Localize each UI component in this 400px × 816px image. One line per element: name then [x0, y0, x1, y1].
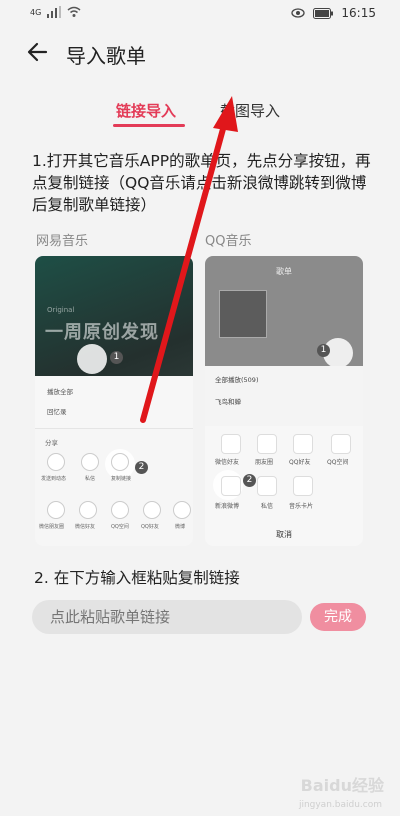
wechat-icon [79, 501, 97, 519]
share-item-qzone: QQ空间 [111, 524, 129, 530]
qq-qq-icon [293, 434, 313, 454]
share-highlight [77, 344, 107, 374]
weibo-icon [173, 501, 191, 519]
network-label: 4G [30, 7, 42, 17]
wifi-icon [67, 6, 81, 17]
feed-share-icon [47, 453, 65, 471]
share-item-wechat: 微信好友 [75, 524, 96, 530]
done-button[interactable]: 完成 [310, 603, 366, 631]
qq-weibo-icon [221, 476, 241, 496]
qq-moments-icon [257, 434, 277, 454]
page-title: 导入歌单 [66, 44, 146, 68]
tab-link-import[interactable]: 链接导入 [116, 100, 176, 121]
watermark-logo: Baidu经验 [300, 776, 384, 795]
share-item-weibo: 微博 [175, 524, 186, 530]
banner-small-text: Original [47, 306, 75, 314]
qq-cancel: 取消 [276, 530, 292, 539]
example-label-qq: QQ音乐 [205, 234, 252, 249]
moments-icon [47, 501, 65, 519]
share-item-copy-link: 复制链接 [111, 476, 132, 482]
share-item-qq: QQ好友 [141, 524, 159, 530]
qq-music-example-image: 歌单 1 全部播放(509) 飞鸟和蝉 微信好友 朋友圈 QQ好友 QQ空间 2… [205, 256, 363, 546]
song-row: 回忆录 [47, 408, 67, 416]
netease-share-sheet: 分享 发送到动态 私信 复制链接 2 微信朋友圈 微信好友 QQ空间 QQ好友 … [35, 428, 193, 546]
qq-wechat-icon [221, 434, 241, 454]
qq-top-title: 歌单 [276, 267, 292, 276]
qzone-icon [111, 501, 129, 519]
banner-title: 一周原创发现 [45, 322, 159, 343]
netease-song-list: 播放全部 回忆录 [35, 376, 193, 428]
step1-instruction: 1.打开其它音乐APP的歌单页，先点分享按钮，再点复制链接（QQ音乐请点击新浪微… [32, 152, 371, 214]
link-icon [111, 453, 129, 471]
album-cover [219, 290, 267, 338]
play-all-row: 播放全部 [47, 388, 73, 396]
example-label-netease: 网易音乐 [36, 234, 89, 249]
watermark-url: jingyan.baidu.com [298, 800, 382, 810]
qq-share-weibo: 新浪微博 [215, 503, 240, 510]
qq-step-badge-1: 1 [317, 344, 330, 357]
qq-share-message: 私信 [261, 503, 274, 510]
qq-share-qq: QQ好友 [289, 459, 311, 466]
tab-screenshot-import[interactable]: 截图导入 [220, 100, 280, 121]
qq-play-all-row: 全部播放(509) [215, 376, 259, 384]
back-arrow-icon[interactable] [24, 38, 52, 66]
eye-icon [291, 8, 306, 18]
qq-music-card-icon [293, 476, 313, 496]
share-sheet-title: 分享 [45, 439, 58, 447]
netease-example-image: Original 一周原创发现 播放全部 回忆录 1 分享 发送到动态 私信 复… [35, 256, 193, 546]
clock: 16:15 [341, 6, 376, 20]
qq-share-qzone: QQ空间 [327, 459, 349, 466]
status-bar: 4G 16:15 [0, 0, 400, 28]
page-header: 导入歌单 [0, 34, 400, 74]
qq-share-sheet: 微信好友 朋友圈 QQ好友 QQ空间 2 新浪微博 私信 音乐卡片 取消 [205, 426, 363, 546]
qq-share-wechat: 微信好友 [215, 459, 240, 466]
qq-share-moments: 朋友圈 [255, 459, 274, 466]
step-badge-2: 2 [135, 461, 148, 474]
message-icon [81, 453, 99, 471]
qq-qzone-icon [331, 434, 351, 454]
share-item-feed: 发送到动态 [41, 476, 67, 482]
import-tabs: 链接导入 截图导入 [0, 100, 400, 130]
playlist-link-input[interactable] [32, 600, 302, 634]
step-badge-1: 1 [110, 351, 123, 364]
qq-icon [143, 501, 161, 519]
step2-instruction: 2. 在下方输入框粘贴复制链接 [34, 569, 240, 587]
qq-song-row: 飞鸟和蝉 [215, 398, 241, 406]
share-item-message: 私信 [85, 476, 96, 482]
share-item-moments: 微信朋友圈 [39, 524, 65, 530]
qq-step-badge-2: 2 [243, 474, 256, 487]
signal-icon [47, 6, 62, 18]
active-tab-indicator [113, 124, 185, 127]
qq-song-list: 全部播放(509) 飞鸟和蝉 [205, 366, 363, 426]
battery-icon [313, 7, 334, 19]
qq-message-icon [257, 476, 277, 496]
qq-share-music-card: 音乐卡片 [289, 503, 314, 510]
